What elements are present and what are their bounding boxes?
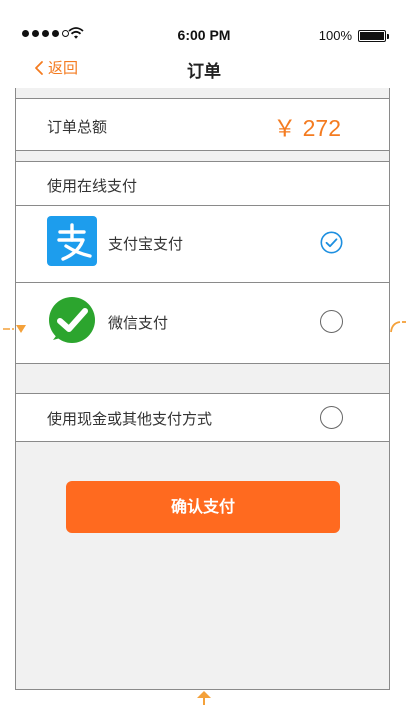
online-payment-label: 使用在线支付	[47, 177, 138, 195]
bottom-marker-arrow-icon	[197, 691, 211, 705]
online-payment-section: 使用在线支付 支付宝支付 微信支付	[16, 161, 389, 364]
battery-icon	[358, 30, 389, 42]
page-title: 订单	[187, 62, 221, 82]
order-total-value: ￥ 272	[273, 115, 341, 141]
status-bar: 6:00 PM 100%	[0, 0, 408, 54]
confirm-payment-button[interactable]: 确认支付	[66, 481, 340, 533]
other-payment-row[interactable]: 使用现金或其他支付方式	[16, 393, 389, 442]
order-panel: 订单总额 ￥ 272 使用在线支付 支付宝支付 微信支付 使用现金或其他支付方式…	[15, 88, 390, 690]
payment-option-wechat[interactable]: 微信支付	[16, 283, 389, 363]
order-total-label: 订单总额	[47, 118, 108, 136]
payment-option-alipay[interactable]: 支付宝支付	[16, 206, 389, 283]
battery-percentage: 100%	[318, 28, 352, 43]
wechat-radio-unchecked[interactable]	[320, 310, 343, 333]
alipay-radio-checked-icon[interactable]	[320, 231, 343, 254]
order-total-row: 订单总额 ￥ 272	[16, 98, 389, 151]
right-marker-icon	[390, 321, 406, 333]
online-payment-header: 使用在线支付	[16, 162, 389, 206]
alipay-label: 支付宝支付	[108, 235, 184, 253]
alipay-icon	[47, 216, 97, 266]
navigation-bar: 返回 订单	[0, 54, 408, 84]
other-payment-label: 使用现金或其他支付方式	[47, 410, 213, 428]
left-marker-arrow-icon	[3, 325, 26, 333]
wechat-icon	[49, 297, 95, 343]
wechat-label: 微信支付	[108, 314, 169, 332]
other-payment-radio-unchecked[interactable]	[320, 406, 343, 429]
